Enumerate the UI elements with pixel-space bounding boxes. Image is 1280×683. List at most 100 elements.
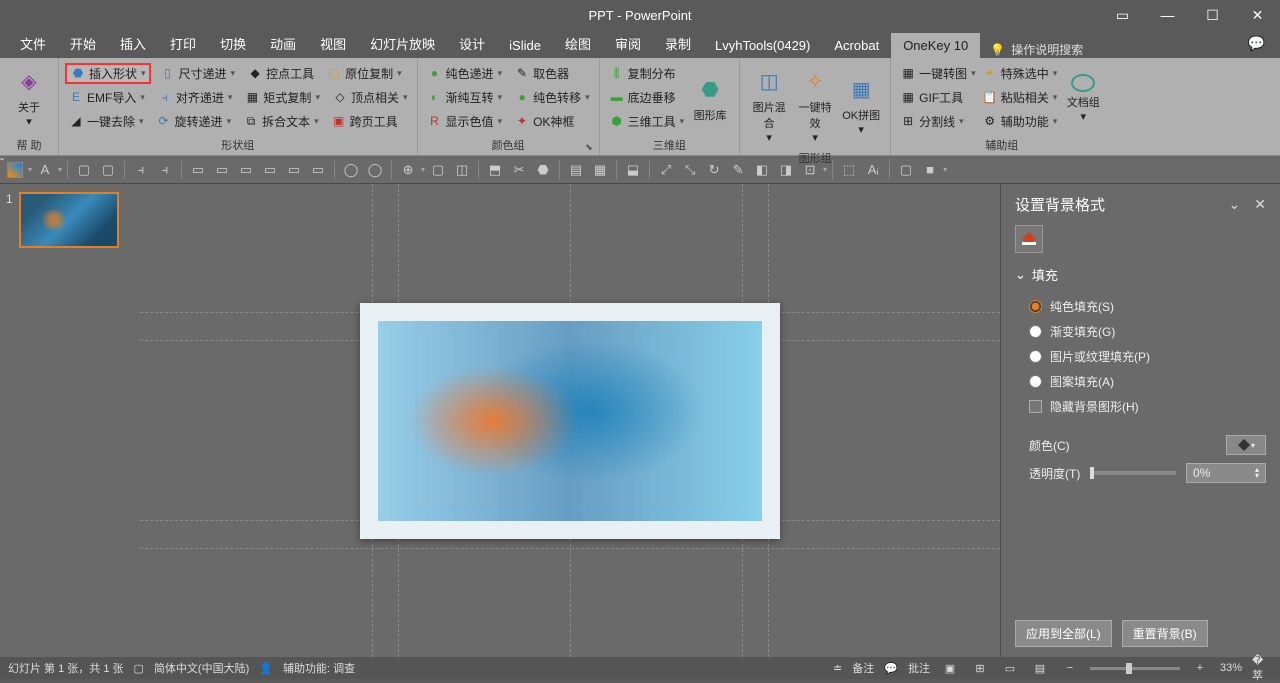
bottom-shift-button[interactable]: ▬底边垂移 [606,88,679,107]
tab-acrobat[interactable]: Acrobat [822,33,891,58]
divider-button[interactable]: ⊞分割线▾ [897,112,967,131]
color-picker-button[interactable]: ▾ [1226,435,1266,455]
convert-image-button[interactable]: ▦一键转图▾ [897,64,979,83]
thumbnail-1[interactable]: 1 [6,192,134,248]
slideshow-view-button[interactable]: ▤ [1030,662,1050,675]
slide-canvas[interactable] [140,184,1000,657]
accessibility-status[interactable]: 辅助功能: 调查 [283,660,355,676]
solid-progress-button[interactable]: ●纯色递进▾ [424,64,506,83]
control-point-button[interactable]: ◆控点工具 [244,64,317,83]
size-progress-button[interactable]: ▯尺寸递进▾ [157,64,239,83]
vertex-related-button[interactable]: ◇顶点相关▾ [329,88,411,107]
tab-view[interactable]: 视图 [308,29,358,58]
one-click-fx-button[interactable]: ✧一键特效▾ [792,61,838,148]
normal-view-button[interactable]: ▣ [940,662,960,675]
eyedropper-button[interactable]: ✎取色器 [511,64,572,83]
color-transfer-button[interactable]: ●纯色转移▾ [511,88,593,107]
language-indicator[interactable]: 简体中文(中国大陆) [154,660,249,676]
ribbon-options-icon[interactable]: ▭ [1100,0,1145,30]
tab-slideshow[interactable]: 幻灯片放映 [358,29,447,58]
cube-icon: ⬢ [609,113,625,129]
fill-section-header[interactable]: ⌄ 填充 [1015,265,1266,284]
gear-icon: ⚙ [982,113,998,129]
fill-tab-icon[interactable] [1015,225,1043,253]
hide-bg-graphics-checkbox[interactable]: 隐藏背景图形(H) [1015,394,1266,419]
doc-group-button[interactable]: 文档组▾ [1060,61,1106,135]
pattern-fill-option[interactable]: 图案填充(A) [1015,369,1266,394]
tab-file[interactable]: 文件 [8,29,58,58]
about-button[interactable]: ◈ 关于 ▾ [6,61,52,132]
solid-fill-option[interactable]: 纯色填充(S) [1015,294,1266,319]
minimize-button[interactable]: — [1145,0,1190,30]
3d-tools-button[interactable]: ⬢三维工具▾ [606,112,688,131]
star-icon: ✦ [514,113,530,129]
tab-design[interactable]: 设计 [447,29,497,58]
gradient-swap-button[interactable]: ◐渐纯互转▾ [424,88,506,107]
sorter-view-button[interactable]: ⊞ [970,662,990,675]
shape-library-button[interactable]: ⬣ 图形库 [687,61,733,135]
chevron-down-icon: ▾ [26,115,32,128]
tab-review[interactable]: 审阅 [603,29,653,58]
zoom-in-button[interactable]: + [1190,662,1210,674]
show-color-value-button[interactable]: R显示色值▾ [424,112,506,131]
collapse-ribbon-button[interactable]: ˇ [0,156,1280,170]
transparency-value[interactable]: 0%▴▾ [1186,463,1266,483]
dialog-launcher-icon[interactable]: ⬊ [585,142,593,153]
special-select-button[interactable]: ✦特殊选中▾ [979,64,1061,83]
paste-related-button[interactable]: 📋粘贴相关▾ [979,88,1061,107]
r-icon: R [427,113,443,129]
reset-bg-button[interactable]: 重置背景(B) [1122,620,1208,647]
tab-islide[interactable]: iSlide [497,33,553,58]
rotate-icon: ⟳ [156,113,172,129]
tab-draw[interactable]: 绘图 [553,29,603,58]
close-button[interactable]: ✕ [1235,0,1280,30]
tab-insert[interactable]: 插入 [108,29,158,58]
panel-dropdown-icon[interactable]: ⌄ [1229,196,1241,213]
aux-functions-button[interactable]: ⚙辅助功能▾ [979,112,1061,131]
align-progress-button[interactable]: ⫞对齐递进▾ [154,88,236,107]
status-bar: 幻灯片 第 1 张，共 1 张 ▢ 简体中文(中国大陆) 👤 辅助功能: 调查 … [0,657,1280,679]
zoom-out-button[interactable]: − [1060,662,1080,674]
tab-record[interactable]: 录制 [653,29,703,58]
zoom-level[interactable]: 33% [1220,662,1242,674]
comments-button[interactable]: 批注 [908,660,930,676]
tab-onekey10[interactable]: OneKey 10 [891,33,980,58]
copy-distribute-button[interactable]: ⫼复制分布 [606,64,679,83]
emf-import-button[interactable]: EEMF导入▾ [65,88,148,107]
rotate-progress-button[interactable]: ⟳旋转递进▾ [153,112,235,131]
zoom-slider[interactable] [1090,667,1180,670]
slide[interactable] [360,303,780,539]
tab-print[interactable]: 打印 [158,29,208,58]
comments-icon[interactable]: 💬 [1248,35,1265,52]
tab-home[interactable]: 开始 [58,29,108,58]
gradient-fill-option[interactable]: 渐变填充(G) [1015,319,1266,344]
slide-indicator[interactable]: 幻灯片 第 1 张，共 1 张 [8,660,124,676]
maximize-button[interactable]: ☐ [1190,0,1235,30]
reading-view-button[interactable]: ▭ [1000,662,1020,675]
picture-fill-option[interactable]: 图片或纹理填充(P) [1015,344,1266,369]
ok-frame-button[interactable]: ✦OK神框 [511,112,577,131]
one-click-remove-button[interactable]: ◢一键去除▾ [65,112,147,131]
image-blend-button[interactable]: ◫图片混合▾ [746,61,792,148]
transparency-slider[interactable] [1090,471,1176,475]
insert-shape-button[interactable]: ⬣插入形状▾ [65,63,151,84]
matrix-copy-button[interactable]: ▦矩式复制▾ [241,88,323,107]
split-text-button[interactable]: ⧉拆合文本▾ [240,112,322,131]
ribbon-group-aux: ▦一键转图▾ ▦GIF工具 ⊞分割线▾ ✦特殊选中▾ 📋粘贴相关▾ ⚙辅助功能▾… [891,58,1112,155]
gif-tools-button[interactable]: ▦GIF工具 [897,88,966,107]
collage-icon: ▦ [845,73,877,105]
ok-collage-button[interactable]: ▦OK拼图▾ [838,61,884,148]
gif-icon: ▦ [900,89,916,105]
spell-check-icon[interactable]: ▢ [134,662,144,675]
distribute-icon: ⫼ [609,65,625,81]
fit-window-button[interactable]: �萃 [1252,654,1272,683]
in-place-copy-button[interactable]: ▢原位复制▾ [323,64,405,83]
tab-animations[interactable]: 动画 [258,29,308,58]
tab-lvyhtools[interactable]: LvyhTools(0429) [703,33,822,58]
notes-button[interactable]: 备注 [852,660,874,676]
apply-all-button[interactable]: 应用到全部(L) [1015,620,1112,647]
tab-transitions[interactable]: 切换 [208,29,258,58]
panel-close-icon[interactable]: ✕ [1254,196,1266,213]
tell-me-search[interactable]: 💡 操作说明搜索 [990,41,1083,58]
cross-page-button[interactable]: ▣跨页工具 [328,112,401,131]
